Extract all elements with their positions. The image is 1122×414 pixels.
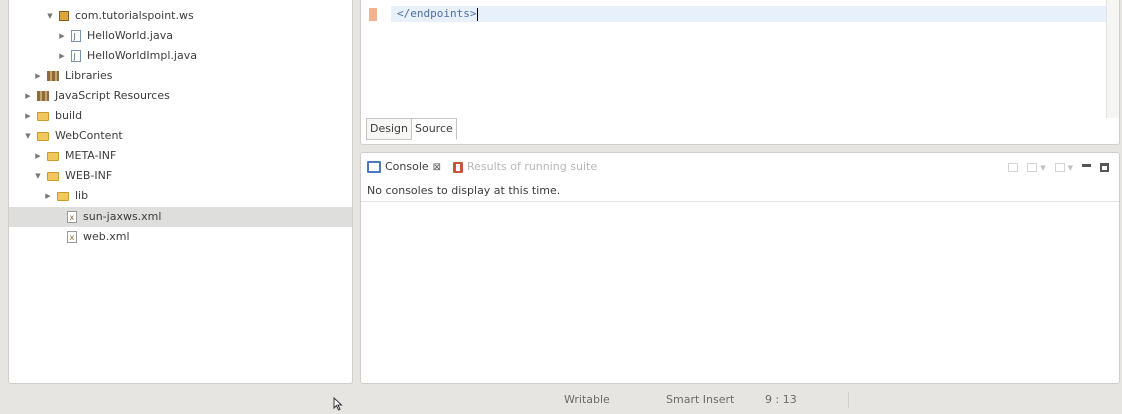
- tree-item-label: WebContent: [55, 129, 123, 142]
- close-icon[interactable]: ⊠: [433, 162, 441, 173]
- tree-item-web-xml[interactable]: web.xml: [9, 227, 352, 248]
- chevron-down-icon[interactable]: ▼: [1068, 164, 1073, 172]
- expand-toggle-icon[interactable]: ▶: [57, 46, 67, 66]
- xml-editor: </endpoints> Design Source: [360, 0, 1120, 145]
- console-view: Console ⊠ Results of running suite ▼ ▼ No…: [360, 152, 1120, 384]
- tree-item-label: WEB-INF: [65, 169, 113, 182]
- status-bar: Writable Smart Insert 9 : 13: [0, 386, 1122, 414]
- tree-item-label: Libraries: [65, 69, 113, 82]
- folder-icon: [56, 191, 69, 201]
- expand-toggle-icon[interactable]: ▶: [33, 146, 43, 166]
- code-line: </endpoints>: [397, 7, 477, 20]
- tree-item-helloworldimpl-java[interactable]: ▶ HelloWorldImpl.java: [9, 46, 352, 67]
- expand-toggle-icon[interactable]: ▼: [33, 166, 43, 186]
- display-console-icon[interactable]: [1027, 163, 1038, 172]
- folder-icon: [36, 131, 49, 141]
- status-insert-mode: Smart Insert: [666, 393, 735, 406]
- mouse-pointer-icon: [333, 397, 343, 411]
- tree-item-label: HelloWorld.java: [87, 29, 173, 42]
- expand-toggle-icon[interactable]: ▼: [23, 126, 33, 146]
- editor-tab-bar: Design Source: [366, 118, 457, 140]
- tab-results[interactable]: Results of running suite: [453, 159, 597, 175]
- results-tab-label: Results of running suite: [467, 160, 598, 173]
- tree-item-webcontent[interactable]: ▼ WebContent: [9, 126, 352, 146]
- text-caret: [477, 7, 479, 21]
- code-text-area[interactable]: </endpoints>: [397, 6, 479, 22]
- tree-item-label: HelloWorldImpl.java: [87, 49, 197, 62]
- divider: [361, 201, 1119, 202]
- test-results-icon: [453, 161, 463, 173]
- expand-toggle-icon[interactable]: ▶: [23, 86, 33, 106]
- library-icon: [36, 91, 49, 101]
- expand-toggle-icon[interactable]: ▶: [33, 66, 43, 86]
- package-icon: [58, 11, 69, 21]
- minimize-icon[interactable]: [1082, 164, 1091, 167]
- status-writable: Writable: [564, 393, 610, 406]
- pin-console-icon[interactable]: [1008, 163, 1019, 172]
- tree-item-label: sun-jaxws.xml: [83, 210, 162, 223]
- tree-item-label: build: [55, 109, 83, 122]
- console-tab-label: Console: [385, 160, 429, 173]
- tree-item-lib[interactable]: ▶ lib: [9, 186, 352, 206]
- tree-item-javascript-resources[interactable]: ▶ JavaScript Resources: [9, 86, 352, 106]
- expand-toggle-icon[interactable]: ▶: [57, 26, 67, 46]
- status-cursor-position: 9 : 13: [765, 393, 797, 406]
- tab-design[interactable]: Design: [366, 118, 412, 140]
- maximize-icon[interactable]: [1100, 163, 1109, 172]
- console-toolbar: ▼ ▼: [1008, 163, 1109, 172]
- tab-console[interactable]: Console ⊠: [367, 159, 441, 175]
- java-file-icon: [70, 27, 81, 47]
- tree-item-meta-inf[interactable]: ▶ META-INF: [9, 146, 352, 166]
- library-icon: [46, 71, 59, 81]
- console-message: No consoles to display at this time.: [367, 184, 561, 197]
- chevron-down-icon[interactable]: ▼: [1040, 164, 1045, 172]
- divider: [848, 392, 849, 408]
- tree-item-label: JavaScript Resources: [55, 89, 170, 102]
- current-line-highlight: [391, 6, 1107, 22]
- editor-scrollbar[interactable]: [1106, 0, 1119, 118]
- tab-source[interactable]: Source: [410, 118, 457, 140]
- console-header: Console ⊠ Results of running suite ▼ ▼: [361, 153, 1119, 181]
- tree-item-build[interactable]: ▶ build: [9, 106, 352, 126]
- tree-item-web-inf[interactable]: ▼ WEB-INF: [9, 166, 352, 186]
- java-file-icon: [70, 47, 81, 67]
- open-console-icon[interactable]: [1054, 163, 1065, 172]
- tree-item-label: META-INF: [65, 149, 117, 162]
- tree-item-sun-jaxws-xml[interactable]: sun-jaxws.xml: [9, 207, 352, 228]
- change-marker-icon: [369, 8, 377, 21]
- tree-item-label: com.tutorialspoint.ws: [75, 9, 194, 22]
- expand-toggle-icon[interactable]: ▼: [45, 6, 55, 26]
- console-icon: [367, 161, 381, 173]
- xml-file-icon: [66, 228, 77, 248]
- folder-icon: [36, 111, 49, 121]
- tree-item-label: web.xml: [83, 230, 130, 243]
- expand-toggle-icon[interactable]: ▶: [23, 106, 33, 126]
- tree-item-libraries[interactable]: ▶ Libraries: [9, 66, 352, 86]
- tree-item-package[interactable]: ▼ com.tutorialspoint.ws: [9, 6, 352, 26]
- tree-item-helloworld-java[interactable]: ▶ HelloWorld.java: [9, 26, 352, 47]
- folder-icon: [46, 151, 59, 161]
- folder-icon: [46, 171, 59, 181]
- project-explorer: ▼ com.tutorialspoint.ws ▶ HelloWorld.jav…: [8, 0, 353, 384]
- expand-toggle-icon[interactable]: ▶: [43, 186, 53, 206]
- xml-file-icon: [66, 208, 77, 228]
- tree-item-label: lib: [75, 189, 89, 202]
